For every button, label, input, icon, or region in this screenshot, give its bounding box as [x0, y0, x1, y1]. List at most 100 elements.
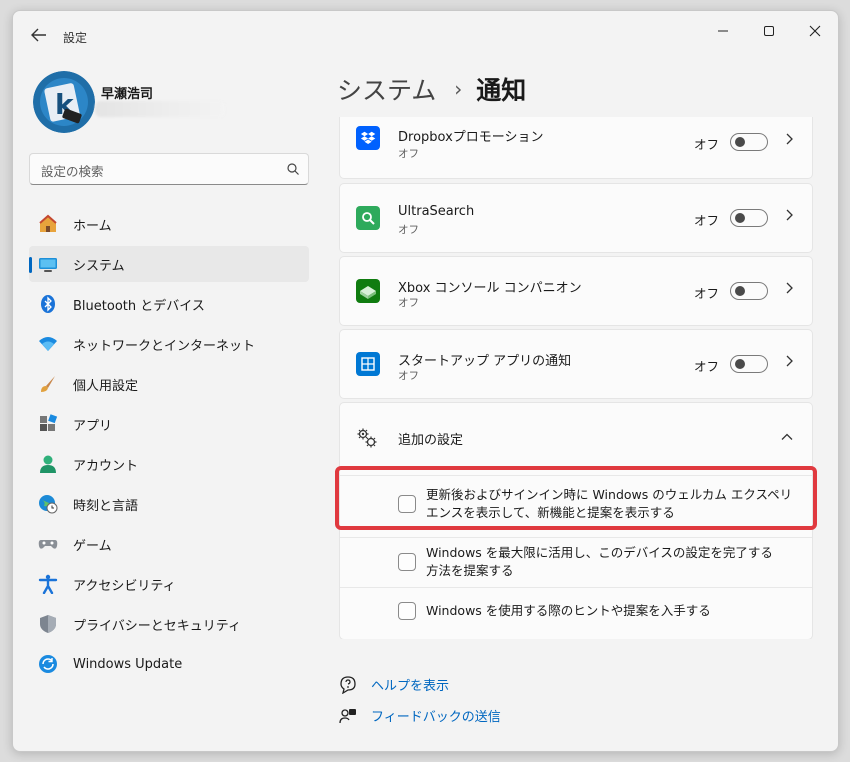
- sidebar-item-home[interactable]: ホーム: [29, 206, 309, 242]
- sidebar-item-accessibility[interactable]: アクセシビリティ: [29, 566, 309, 602]
- sidebar-nav: ホーム システム Bluetooth とデバイス ネットワークとインターネット …: [29, 206, 309, 686]
- dropbox-icon: [356, 126, 380, 150]
- sidebar-item-gaming[interactable]: ゲーム: [29, 526, 309, 562]
- additional-settings-header[interactable]: 追加の設定: [340, 403, 812, 475]
- chevron-right-icon[interactable]: [784, 132, 794, 150]
- breadcrumb-separator: ›: [454, 77, 463, 101]
- app-status: オフ: [398, 148, 419, 160]
- toggle-label: オフ: [694, 286, 720, 301]
- sidebar-item-time-language[interactable]: 時刻と言語: [29, 486, 309, 522]
- option-label-line1: Windows を最大限に活用し、このデバイスの設定を完了する: [426, 545, 773, 560]
- search-icon: [286, 161, 300, 180]
- sidebar-item-system[interactable]: システム: [29, 246, 309, 282]
- gears-icon: [356, 427, 378, 453]
- sidebar-item-personalization[interactable]: 個人用設定: [29, 366, 309, 402]
- notification-toggle[interactable]: [730, 133, 768, 151]
- shield-icon: [38, 614, 58, 634]
- app-name: UltraSearch: [398, 204, 475, 219]
- accessibility-icon: [38, 574, 58, 594]
- update-icon: [38, 654, 58, 674]
- app-title: 設定: [63, 31, 88, 45]
- notification-toggle[interactable]: [730, 355, 768, 373]
- sidebar-item-network[interactable]: ネットワークとインターネット: [29, 326, 309, 362]
- help-icon: [339, 675, 357, 694]
- option-finish-setup[interactable]: Windows を最大限に活用し、このデバイスの設定を完了する 方法を提案する: [340, 537, 812, 587]
- user-email-blurred: [95, 101, 225, 117]
- system-icon: [38, 254, 58, 274]
- app-notification-row-startup-apps[interactable]: スタートアップ アプリの通知 オフ オフ: [339, 329, 813, 399]
- gamepad-icon: [38, 534, 58, 554]
- minimize-button[interactable]: [703, 19, 743, 43]
- ultrasearch-icon: [356, 206, 380, 230]
- toggle-label: オフ: [694, 213, 720, 228]
- maximize-icon: [764, 26, 774, 36]
- notification-toggle[interactable]: [730, 209, 768, 227]
- app-status: オフ: [398, 297, 419, 309]
- option-tips-suggestions[interactable]: Windows を使用する際のヒントや提案を入手する: [340, 587, 812, 637]
- highlight-box: [335, 466, 817, 530]
- settings-window: 設定 k 早瀬浩司 設定の検索 ホーム システム Bluetooth とデバイス…: [12, 10, 839, 752]
- close-button[interactable]: [795, 19, 835, 43]
- sidebar-item-bluetooth[interactable]: Bluetooth とデバイス: [29, 286, 309, 322]
- xbox-icon: [356, 279, 380, 303]
- sidebar-item-privacy[interactable]: プライバシーとセキュリティ: [29, 606, 309, 642]
- app-name: Dropboxプロモーション: [398, 130, 544, 145]
- sidebar-item-label: Bluetooth とデバイス: [73, 298, 205, 314]
- chevron-right-icon[interactable]: [784, 281, 794, 299]
- sidebar-item-accounts[interactable]: アカウント: [29, 446, 309, 482]
- avatar[interactable]: k: [33, 71, 95, 133]
- search-placeholder: 設定の検索: [41, 164, 104, 179]
- sidebar-item-label: Windows Update: [73, 656, 183, 672]
- app-status: オフ: [398, 370, 419, 382]
- feedback-link[interactable]: フィードバックの送信: [339, 706, 501, 725]
- feedback-icon: [339, 707, 357, 725]
- search-input[interactable]: 設定の検索: [29, 153, 309, 185]
- app-notification-row-ultrasearch[interactable]: UltraSearch オフ オフ: [339, 183, 813, 253]
- finish-setup-checkbox[interactable]: [398, 553, 416, 571]
- sidebar-item-label: アクセシビリティ: [73, 578, 176, 594]
- sidebar-item-label: システム: [73, 258, 125, 274]
- chevron-right-icon[interactable]: [784, 208, 794, 226]
- account-icon: [38, 454, 58, 474]
- bluetooth-icon: [38, 294, 58, 314]
- apps-icon: [38, 414, 58, 434]
- sidebar-item-label: アカウント: [73, 458, 139, 474]
- app-status: オフ: [398, 224, 419, 236]
- option-label-line1: Windows を使用する際のヒントや提案を入手する: [426, 603, 711, 618]
- startup-apps-icon: [356, 352, 380, 376]
- back-arrow-icon[interactable]: [27, 27, 51, 47]
- notification-toggle[interactable]: [730, 282, 768, 300]
- maximize-button[interactable]: [749, 19, 789, 43]
- sidebar-item-windows-update[interactable]: Windows Update: [29, 646, 309, 682]
- additional-settings-title: 追加の設定: [398, 433, 464, 448]
- sidebar-item-apps[interactable]: アプリ: [29, 406, 309, 442]
- chevron-up-icon[interactable]: [780, 429, 794, 448]
- breadcrumb: システム › 通知: [337, 71, 526, 107]
- app-notification-row-dropbox[interactable]: Dropboxプロモーション オフ オフ: [339, 117, 813, 179]
- app-name: Xbox コンソール コンパニオン: [398, 281, 582, 296]
- minimize-icon: [718, 30, 728, 32]
- wifi-icon: [38, 334, 58, 354]
- help-link-text[interactable]: ヘルプを表示: [371, 675, 449, 694]
- tips-suggestions-checkbox[interactable]: [398, 602, 416, 620]
- breadcrumb-parent[interactable]: システム: [337, 71, 436, 107]
- help-link[interactable]: ヘルプを表示: [339, 675, 449, 694]
- chevron-right-icon[interactable]: [784, 354, 794, 372]
- sidebar-item-label: 個人用設定: [73, 378, 139, 394]
- sidebar-item-label: 時刻と言語: [73, 498, 139, 514]
- brush-icon: [38, 374, 58, 394]
- close-icon: [809, 25, 821, 37]
- app-notification-row-xbox[interactable]: Xbox コンソール コンパニオン オフ オフ: [339, 256, 813, 326]
- feedback-link-text[interactable]: フィードバックの送信: [371, 706, 501, 725]
- app-name: スタートアップ アプリの通知: [398, 354, 572, 369]
- toggle-label: オフ: [694, 359, 720, 374]
- sidebar-item-label: ネットワークとインターネット: [73, 338, 256, 354]
- notifications-list: Dropboxプロモーション オフ オフ UltraSearch オフ オフ X…: [339, 117, 813, 639]
- home-icon: [38, 214, 58, 234]
- globe-clock-icon: [38, 494, 58, 514]
- toggle-label: オフ: [694, 137, 720, 152]
- sidebar-item-label: ゲーム: [73, 538, 112, 554]
- sidebar-item-label: プライバシーとセキュリティ: [73, 618, 241, 634]
- sidebar-item-label: アプリ: [73, 418, 113, 434]
- page-title: 通知: [476, 76, 527, 105]
